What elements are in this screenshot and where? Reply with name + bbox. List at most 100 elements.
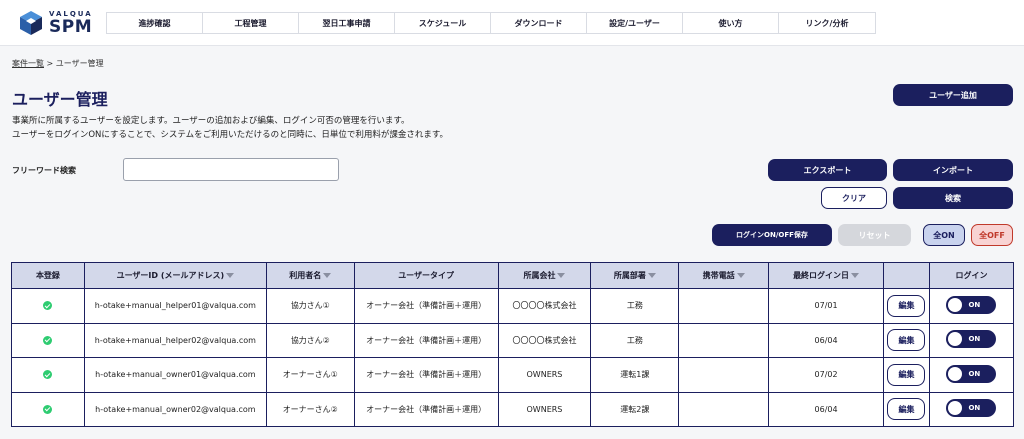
edit-button[interactable]: 編集: [887, 294, 926, 317]
all-off-button[interactable]: 全OFF: [971, 224, 1013, 246]
phone-cell: [678, 391, 770, 427]
header-user-name-label: 利用者名: [289, 271, 322, 280]
header-user-type: ユーザータイプ: [353, 262, 499, 289]
nav-settings-users[interactable]: 設定/ユーザー: [587, 13, 683, 33]
edit-cell: 編集: [882, 322, 930, 358]
logo-big-text: SPM: [49, 16, 93, 37]
header-registered-label: 本登録: [35, 271, 60, 280]
all-on-button[interactable]: 全ON: [923, 224, 965, 246]
phone-cell: [678, 357, 770, 393]
sort-triangle-icon[interactable]: [226, 273, 235, 278]
table-row: h-otake+manual_helper01@valqua.com 協力さん①…: [11, 288, 1015, 324]
last-login-cell: 06/04: [768, 322, 884, 358]
email-cell: h-otake+manual_helper02@valqua.com: [83, 322, 267, 358]
save-login-button[interactable]: ログインON/OFF保存: [712, 224, 832, 246]
export-button[interactable]: エクスポート: [768, 159, 887, 181]
edit-button[interactable]: 編集: [887, 363, 926, 386]
phone-cell: [678, 322, 770, 358]
header-user-id[interactable]: ユーザーID (メールアドレス): [83, 262, 267, 289]
dept-cell: 工務: [590, 288, 680, 324]
login-toggle[interactable]: ON: [946, 295, 997, 314]
header-phone[interactable]: 携帯電話: [678, 262, 770, 289]
toggle-label: ON: [968, 369, 981, 378]
table-header-row: 本登録 ユーザーID (メールアドレス) 利用者名 ユーザータイプ 所属会社 所…: [11, 262, 1015, 289]
table-row: h-otake+manual_owner02@valqua.com オーナーさん…: [11, 391, 1015, 427]
nav-links-analysis[interactable]: リンク/分析: [779, 13, 875, 33]
login-cell: ON: [928, 288, 1015, 324]
breadcrumb-project-list[interactable]: 案件一覧: [12, 59, 44, 68]
type-cell: オーナー会社（準備計画＋運用）: [353, 391, 499, 427]
dept-cell: 工務: [590, 322, 680, 358]
check-circle-icon: [43, 370, 53, 380]
header-phone-label: 携帯電話: [702, 271, 735, 280]
header-login-label: ログイン: [955, 271, 988, 280]
sort-triangle-icon[interactable]: [323, 273, 332, 278]
nav-progress[interactable]: 進捗確認: [107, 13, 203, 33]
company-cell: OWNERS: [497, 391, 592, 427]
header-user-id-label: ユーザーID (メールアドレス): [116, 271, 225, 280]
import-button[interactable]: インポート: [893, 159, 1013, 181]
search-label: フリーワード検索: [12, 166, 76, 175]
login-toggle[interactable]: ON: [946, 330, 997, 349]
toggle-knob: [948, 366, 963, 381]
company-cell: 〇〇〇〇株式会社: [497, 322, 592, 358]
sort-triangle-icon[interactable]: [647, 273, 656, 278]
app-logo[interactable]: VALQUA SPM: [18, 6, 98, 40]
table-row: h-otake+manual_owner01@valqua.com オーナーさん…: [11, 357, 1015, 393]
description-line-1: 事業所に所属するユーザーを設定します。ユーザーの追加および編集、ログイン可否の管…: [12, 116, 410, 126]
nav-schedule[interactable]: スケジュール: [395, 13, 491, 33]
name-cell: オーナーさん②: [265, 391, 355, 427]
name-cell: 協力さん②: [265, 322, 355, 358]
nav-next-day-request[interactable]: 翌日工事申請: [299, 13, 395, 33]
email-cell: h-otake+manual_helper01@valqua.com: [83, 288, 267, 324]
logo-text: VALQUA SPM: [49, 10, 93, 37]
header-company[interactable]: 所属会社: [497, 262, 592, 289]
edit-button[interactable]: 編集: [887, 329, 926, 352]
search-button[interactable]: 検索: [893, 187, 1013, 209]
header-user-type-label: ユーザータイプ: [398, 271, 455, 280]
email-cell: h-otake+manual_owner01@valqua.com: [83, 357, 267, 393]
breadcrumb: 案件一覧 > ユーザー管理: [12, 58, 104, 69]
registered-cell: [11, 357, 85, 393]
type-cell: オーナー会社（準備計画＋運用）: [353, 288, 499, 324]
last-login-cell: 07/01: [768, 288, 884, 324]
logo-cube-icon: [18, 10, 44, 36]
edit-cell: 編集: [882, 391, 930, 427]
users-table: 本登録 ユーザーID (メールアドレス) 利用者名 ユーザータイプ 所属会社 所…: [11, 262, 1015, 427]
dept-cell: 運転2課: [590, 391, 680, 427]
edit-button[interactable]: 編集: [887, 398, 926, 421]
main-nav: 進捗確認 工程管理 翌日工事申請 スケジュール ダウンロード 設定/ユーザー 使…: [106, 12, 876, 34]
sort-triangle-icon[interactable]: [736, 273, 745, 278]
registered-cell: [11, 288, 85, 324]
login-cell: ON: [928, 391, 1015, 427]
reset-button[interactable]: リセット: [838, 224, 911, 246]
add-user-button[interactable]: ユーザー追加: [893, 84, 1013, 106]
name-cell: 協力さん①: [265, 288, 355, 324]
clear-button[interactable]: クリア: [821, 187, 887, 209]
last-login-cell: 07/02: [768, 357, 884, 393]
login-cell: ON: [928, 322, 1015, 358]
sort-triangle-icon[interactable]: [557, 273, 566, 278]
header-department-label: 所属部署: [613, 271, 646, 280]
toggle-label: ON: [968, 404, 981, 413]
description-line-2: ユーザーをログインONにすることで、システムをご利用いただけるのと同時に、日単位…: [12, 130, 449, 140]
check-circle-icon: [43, 301, 53, 311]
search-input[interactable]: [123, 158, 339, 181]
sort-triangle-icon[interactable]: [851, 273, 860, 278]
edit-cell: 編集: [882, 288, 930, 324]
header-last-login[interactable]: 最終ログイン日: [768, 262, 884, 289]
phone-cell: [678, 288, 770, 324]
login-toggle[interactable]: ON: [946, 399, 997, 418]
toggle-knob: [948, 401, 963, 416]
nav-process[interactable]: 工程管理: [203, 13, 299, 33]
registered-cell: [11, 322, 85, 358]
registered-cell: [11, 391, 85, 427]
check-circle-icon: [43, 404, 53, 414]
check-circle-icon: [43, 335, 53, 345]
header-department[interactable]: 所属部署: [590, 262, 680, 289]
login-toggle[interactable]: ON: [946, 364, 997, 383]
header-user-name[interactable]: 利用者名: [265, 262, 355, 289]
page-description: 事業所に所属するユーザーを設定します。ユーザーの追加および編集、ログイン可否の管…: [12, 114, 448, 142]
nav-download[interactable]: ダウンロード: [491, 13, 587, 33]
nav-howto[interactable]: 使い方: [683, 13, 779, 33]
